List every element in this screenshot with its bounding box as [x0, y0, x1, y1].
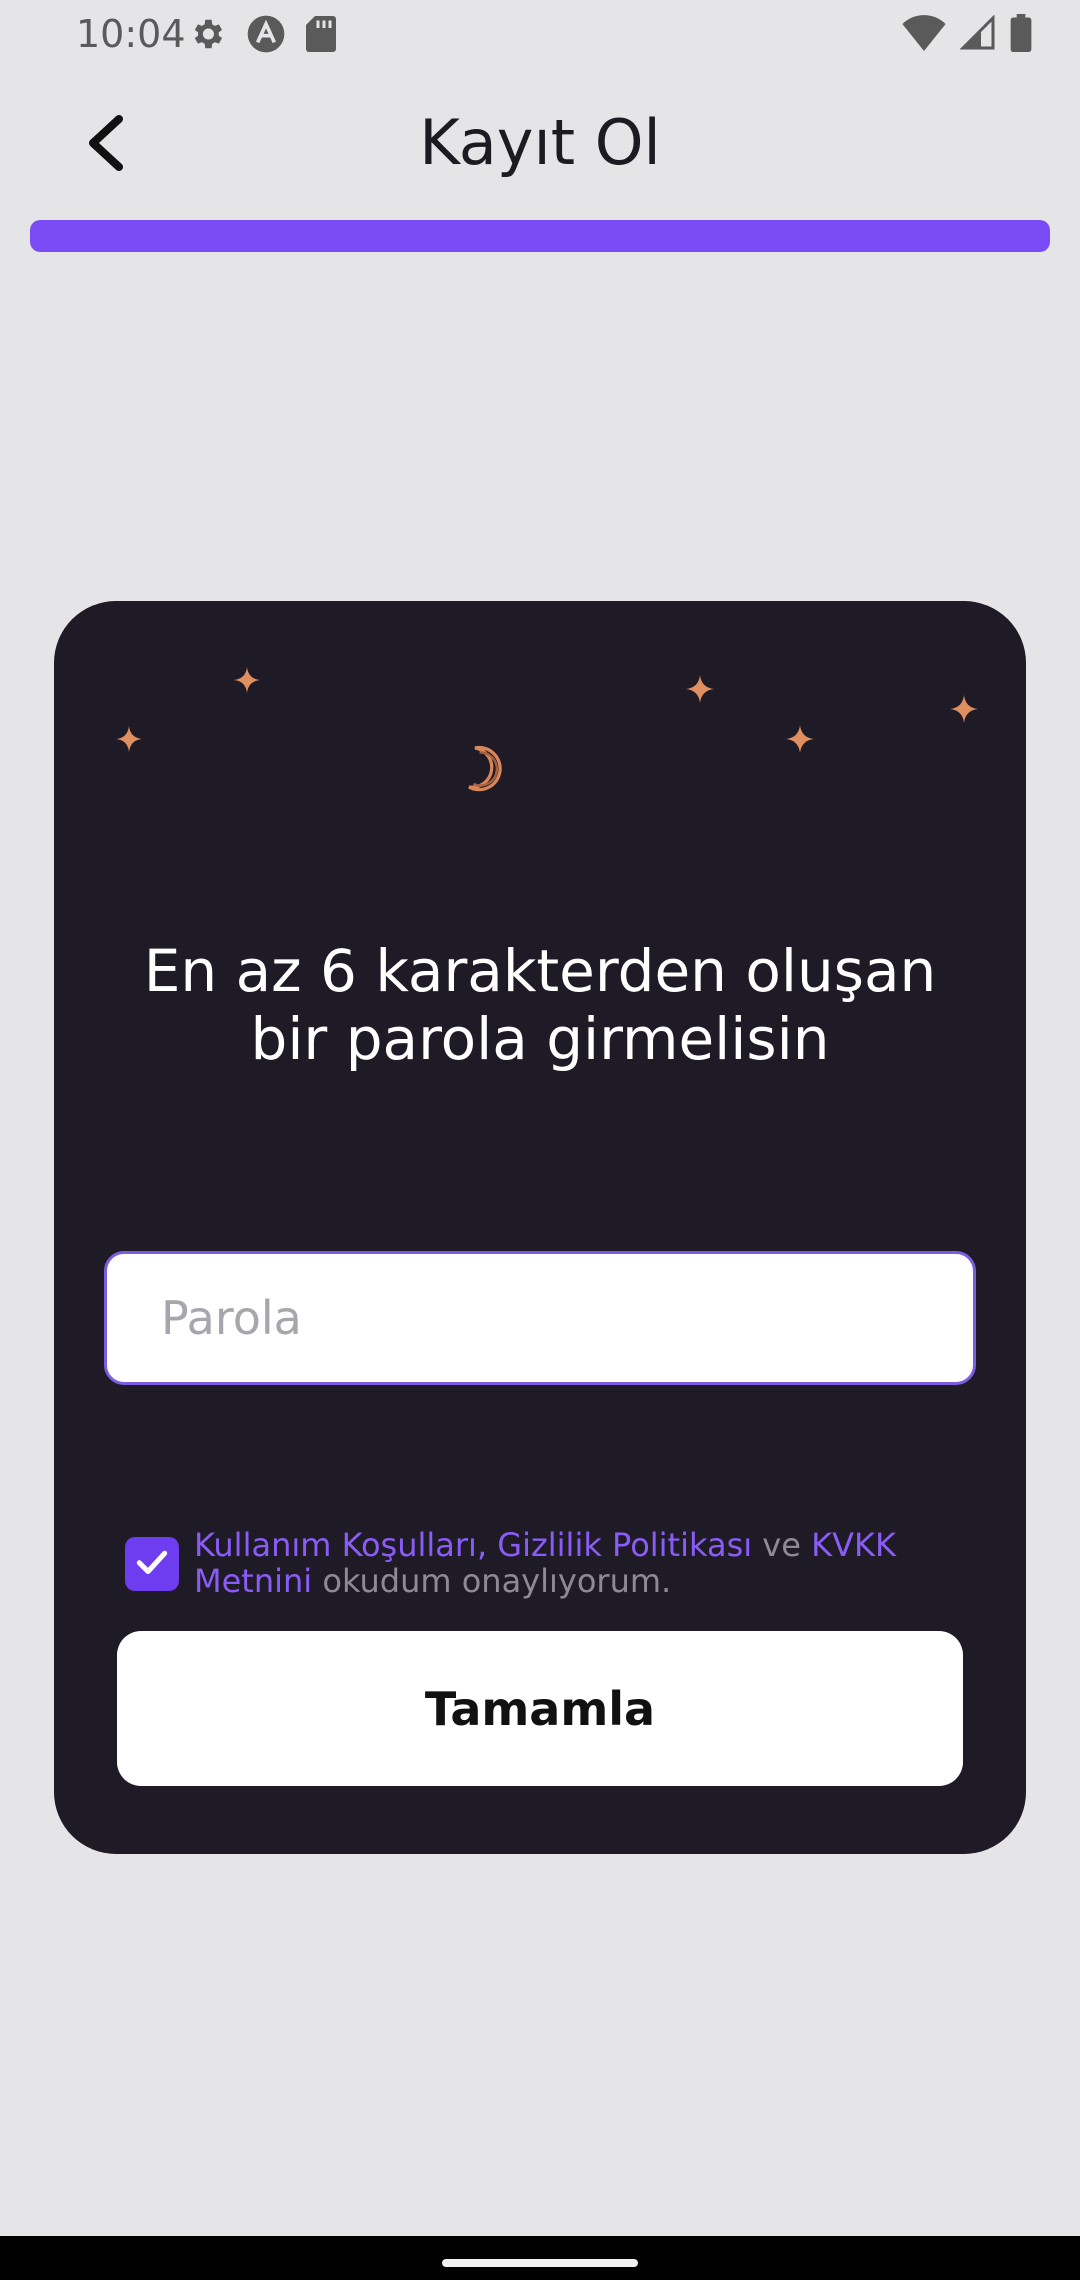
card-heading: En az 6 karakterden oluşan bir parola gi… [94, 937, 986, 1073]
page-title: Kayıt Ol [419, 106, 661, 179]
a-circle-icon [246, 14, 286, 58]
signal-icon [959, 14, 996, 55]
progress-fill [30, 220, 1050, 252]
password-card: En az 6 karakterden oluşan bir parola gi… [54, 601, 1026, 1854]
sparkle-icon [686, 675, 714, 707]
navigation-bar [0, 2236, 1080, 2280]
sparkle-icon [116, 726, 142, 756]
complete-button[interactable]: Tamamla [117, 1631, 963, 1786]
moon-icon [454, 739, 514, 803]
status-bar: 10:04 [0, 0, 1080, 70]
status-icons-right [902, 14, 1032, 56]
heading-line-1: En az 6 karakterden oluşan [143, 937, 937, 1005]
terms-connector: ve [752, 1526, 812, 1564]
wifi-icon [902, 15, 946, 55]
home-indicator[interactable] [442, 2259, 638, 2267]
sparkle-icon [786, 725, 814, 757]
terms-privacy-link[interactable]: Kullanım Koşulları, Gizlilik Politikası [194, 1526, 752, 1564]
status-time: 10:04 [76, 12, 186, 56]
heading-line-2: bir parola girmelisin [250, 1005, 830, 1073]
battery-icon [1010, 14, 1032, 56]
terms-checkbox[interactable] [125, 1537, 179, 1591]
status-icons-left [188, 14, 336, 58]
sd-card-icon [306, 16, 336, 56]
sparkle-icon [950, 695, 978, 727]
sparkle-icon [234, 667, 260, 697]
terms-suffix: okudum onaylıyorum. [312, 1562, 672, 1600]
password-input[interactable] [104, 1251, 976, 1385]
check-icon [133, 1543, 171, 1585]
progress-bar [30, 220, 1050, 252]
terms-text: Kullanım Koşulları, Gizlilik Politikası … [194, 1527, 974, 1599]
gear-icon [188, 15, 226, 57]
